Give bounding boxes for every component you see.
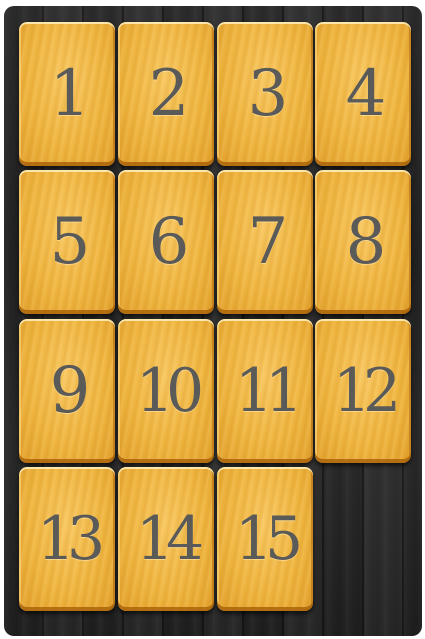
tile-4-label: 4 bbox=[345, 57, 387, 131]
game-board: 1 2 3 4 5 6 7 8 9 10 11 12 13 14 15 bbox=[4, 6, 422, 636]
tile-14-label: 14 bbox=[135, 504, 204, 574]
tile-3[interactable]: 3 bbox=[217, 22, 313, 166]
empty-slot[interactable] bbox=[315, 467, 411, 611]
tile-9-label: 9 bbox=[49, 354, 91, 428]
tile-11[interactable]: 11 bbox=[217, 319, 313, 463]
tile-7[interactable]: 7 bbox=[217, 170, 313, 314]
tile-15[interactable]: 15 bbox=[217, 467, 313, 611]
tile-3-label: 3 bbox=[247, 57, 289, 131]
tile-4[interactable]: 4 bbox=[315, 22, 411, 166]
tile-5-label: 5 bbox=[49, 205, 91, 279]
tile-12-label: 12 bbox=[332, 356, 401, 426]
tile-14[interactable]: 14 bbox=[118, 467, 214, 611]
tile-6[interactable]: 6 bbox=[118, 170, 214, 314]
tile-7-label: 7 bbox=[247, 205, 289, 279]
tile-2[interactable]: 2 bbox=[118, 22, 214, 166]
tile-11-label: 11 bbox=[234, 356, 303, 426]
tile-10-label: 10 bbox=[135, 356, 204, 426]
tile-6-label: 6 bbox=[148, 205, 190, 279]
tile-1[interactable]: 1 bbox=[19, 22, 115, 166]
tile-13[interactable]: 13 bbox=[19, 467, 115, 611]
tile-2-label: 2 bbox=[148, 57, 190, 131]
tile-13-label: 13 bbox=[36, 504, 105, 574]
tile-8[interactable]: 8 bbox=[315, 170, 411, 314]
tile-1-label: 1 bbox=[49, 57, 91, 131]
tile-5[interactable]: 5 bbox=[19, 170, 115, 314]
tile-10[interactable]: 10 bbox=[118, 319, 214, 463]
tile-9[interactable]: 9 bbox=[19, 319, 115, 463]
tile-15-label: 15 bbox=[234, 504, 303, 574]
tile-12[interactable]: 12 bbox=[315, 319, 411, 463]
tile-8-label: 8 bbox=[345, 205, 387, 279]
